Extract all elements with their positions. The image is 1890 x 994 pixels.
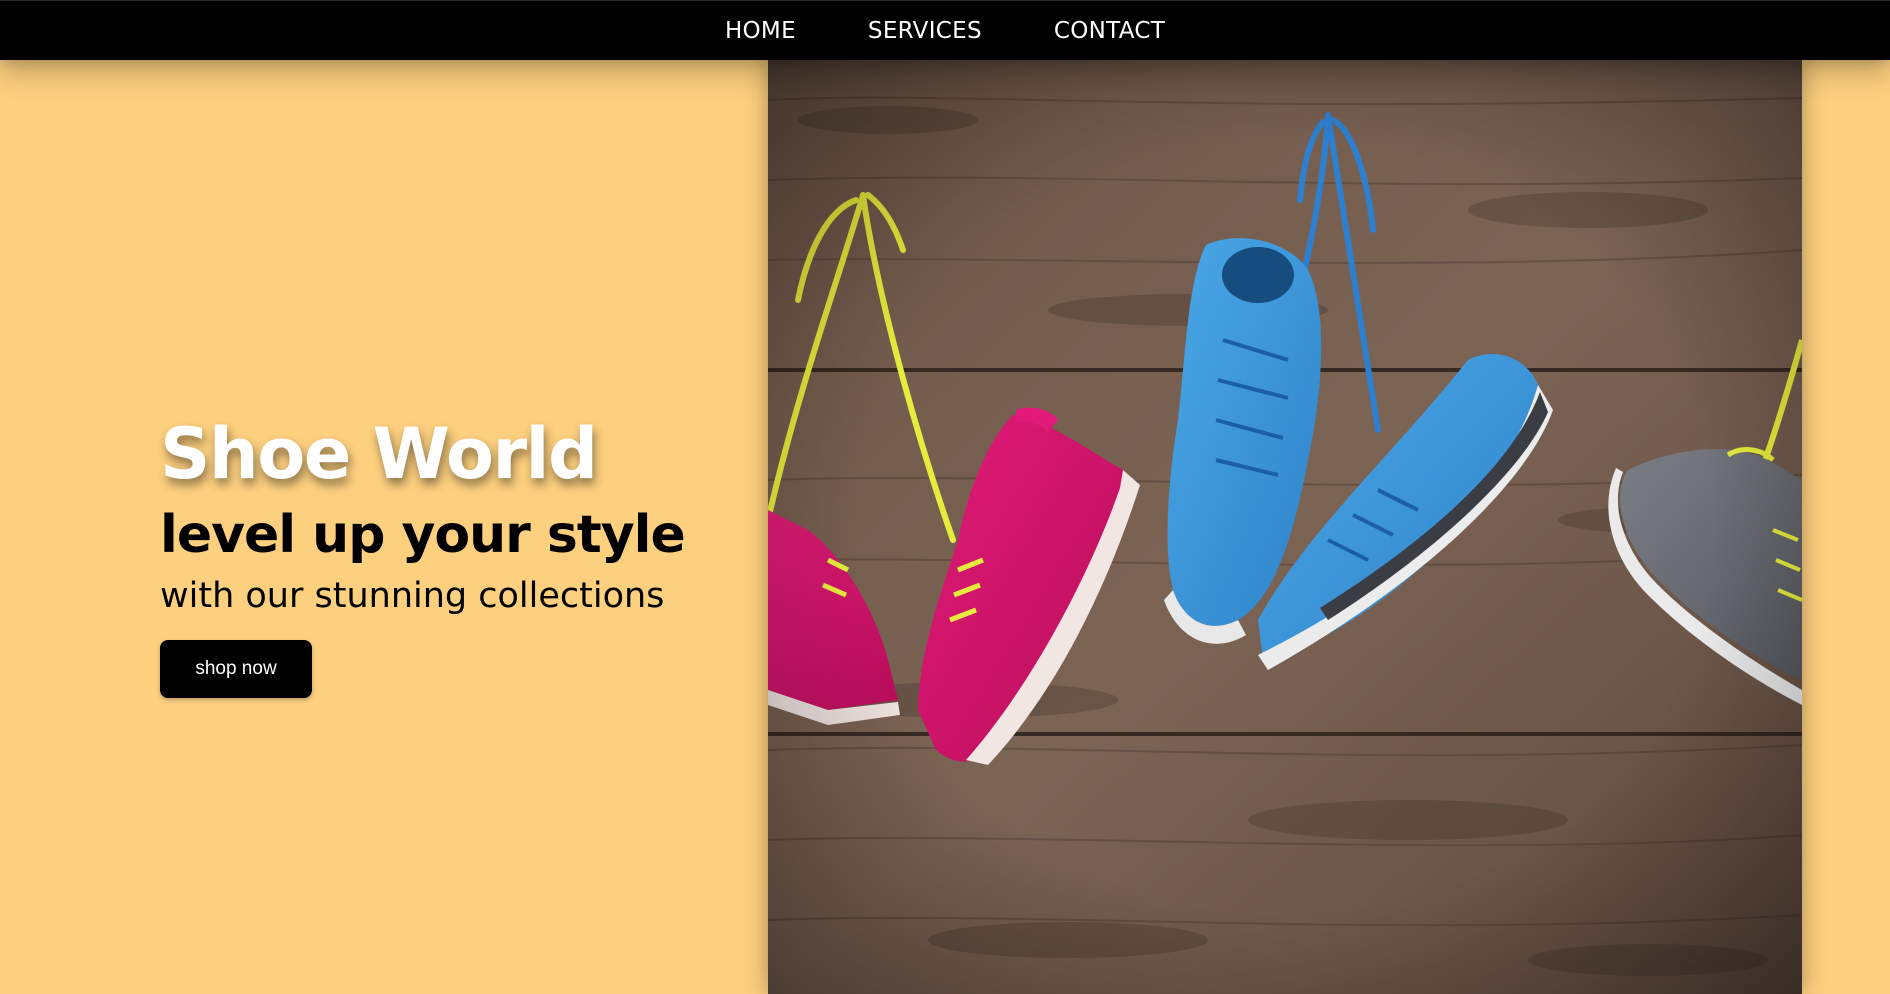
shoes-hanging-on-wooden-wall-icon	[768, 60, 1802, 994]
hero-subline: with our stunning collections	[160, 576, 665, 616]
nav-link-services[interactable]: SERVICES	[868, 18, 982, 44]
hero-tagline: level up your style	[160, 505, 686, 565]
nav-link-contact[interactable]: CONTACT	[1054, 18, 1165, 44]
hero-image	[768, 60, 1802, 994]
nav-link-home[interactable]: HOME	[725, 18, 796, 44]
brand-title: Shoe World	[160, 413, 598, 495]
hero-section: Shoe World level up your style with our …	[160, 410, 760, 698]
nav-links: HOME SERVICES CONTACT	[0, 1, 1890, 61]
top-navbar: HOME SERVICES CONTACT	[0, 0, 1890, 60]
shop-now-button[interactable]: shop now	[160, 640, 312, 698]
